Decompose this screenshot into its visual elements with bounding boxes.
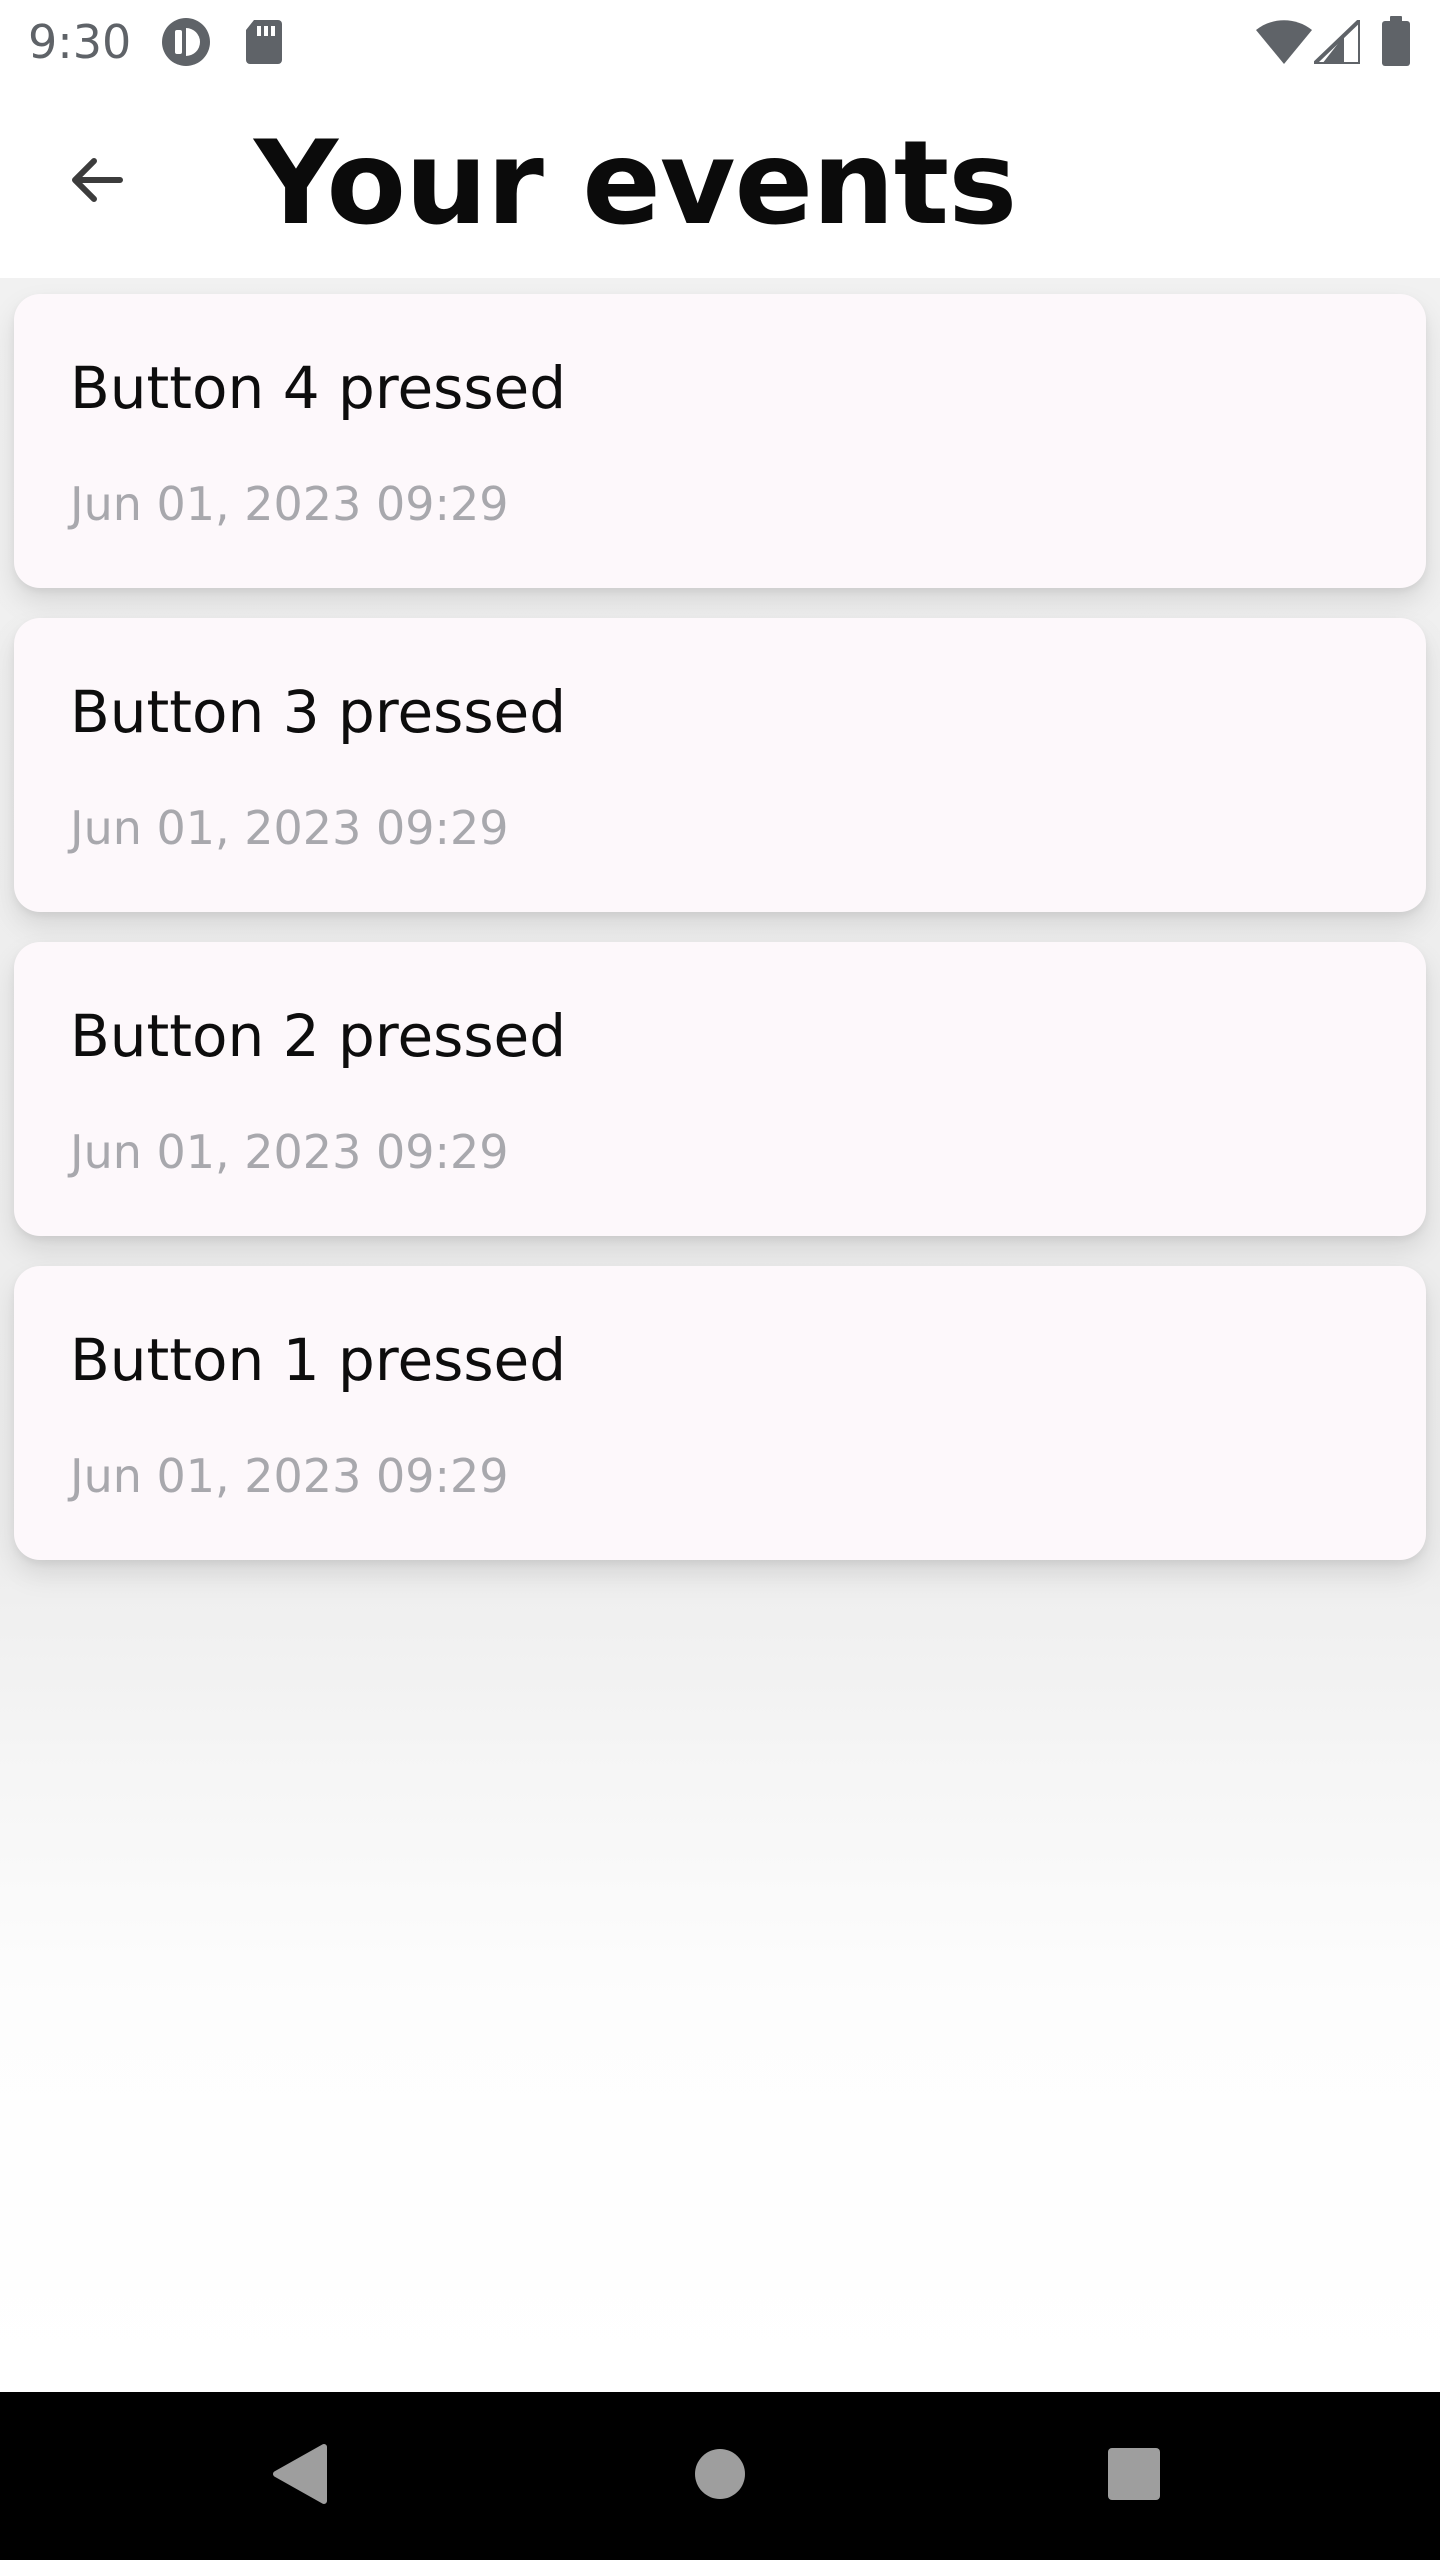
wifi-icon [1256, 20, 1312, 69]
back-button[interactable] [48, 134, 144, 230]
event-card[interactable]: Button 4 pressed Jun 01, 2023 09:29 [14, 294, 1426, 588]
status-bar: 9:30 [0, 0, 1440, 84]
event-date: Jun 01, 2023 09:29 [70, 801, 509, 855]
event-card[interactable]: Button 1 pressed Jun 01, 2023 09:29 [14, 1266, 1426, 1560]
event-date: Jun 01, 2023 09:29 [70, 477, 509, 531]
app-notification-icon [160, 16, 212, 73]
event-list: Button 4 pressed Jun 01, 2023 09:29 Butt… [14, 294, 1426, 1590]
event-card[interactable]: Button 2 pressed Jun 01, 2023 09:29 [14, 942, 1426, 1236]
event-list-area[interactable]: Button 4 pressed Jun 01, 2023 09:29 Butt… [0, 278, 1440, 2392]
event-date: Jun 01, 2023 09:29 [70, 1449, 509, 1503]
event-card[interactable]: Button 3 pressed Jun 01, 2023 09:29 [14, 618, 1426, 912]
event-title: Button 4 pressed [70, 354, 567, 422]
nav-back-button[interactable] [250, 2426, 350, 2526]
nav-home-button[interactable] [670, 2426, 770, 2526]
battery-icon [1382, 16, 1410, 71]
back-triangle-icon [272, 2443, 328, 2510]
status-time: 9:30 [28, 15, 132, 69]
home-circle-icon [693, 2447, 747, 2506]
app-bar: Your events [0, 84, 1440, 278]
nav-recents-button[interactable] [1084, 2426, 1184, 2526]
sd-card-icon [244, 18, 284, 69]
system-navigation-bar [0, 2392, 1440, 2560]
recents-square-icon [1107, 2447, 1161, 2506]
arrow-back-icon [64, 148, 128, 217]
page-title: Your events [254, 116, 1017, 251]
event-title: Button 1 pressed [70, 1326, 567, 1394]
event-title: Button 3 pressed [70, 678, 567, 746]
cell-signal-icon [1309, 15, 1362, 69]
event-title: Button 2 pressed [70, 1002, 567, 1070]
event-date: Jun 01, 2023 09:29 [70, 1125, 509, 1179]
